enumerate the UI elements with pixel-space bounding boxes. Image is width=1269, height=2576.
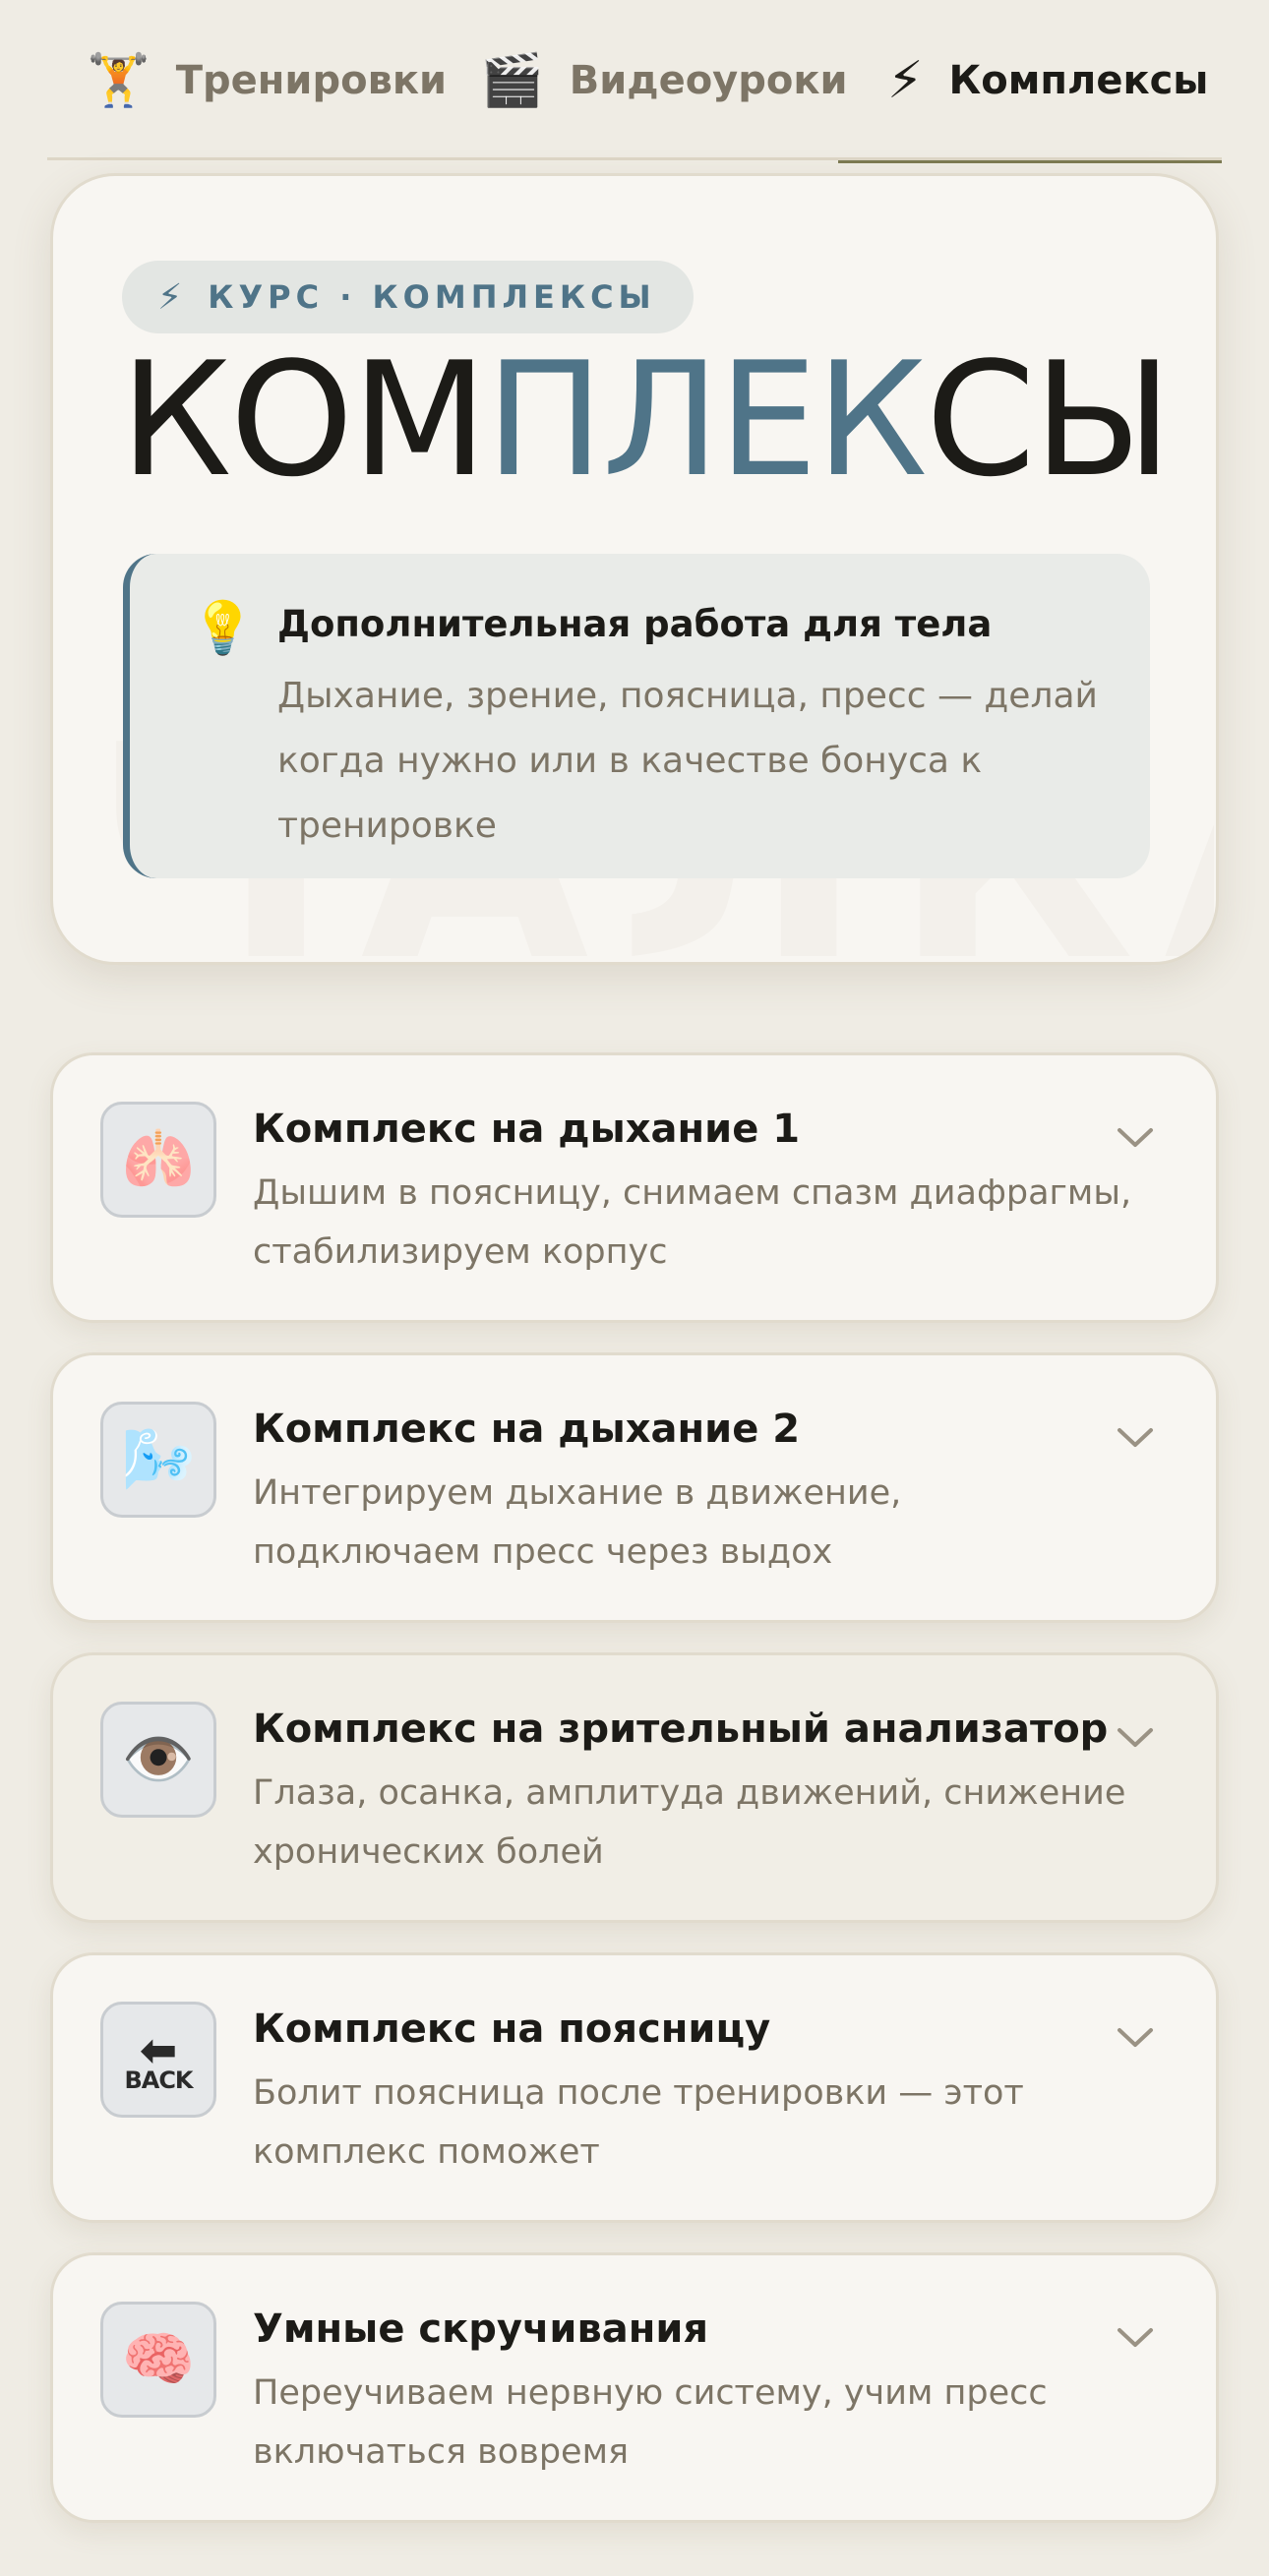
course-badge: ⚡ КУРС · КОМПЛЕКСЫ [122, 261, 694, 333]
complex-description: Дышим в поясницу, снимаем спазм диафрагм… [253, 1173, 1132, 1272]
complex-description: Болит поясница после тренировки — этот к… [253, 2073, 1024, 2172]
tab-video-lessons[interactable]: 🎬 Видеоуроки [443, 0, 848, 160]
lightning-icon: ⚡ [887, 50, 924, 110]
page: 🏋 Тренировки 🎬 Видеоуроки ⚡ Комплексы ЧА… [0, 0, 1269, 2576]
course-badge-label: КУРС · КОМПЛЕКСЫ [208, 278, 656, 316]
chevron-down-icon[interactable] [1114, 2016, 1157, 2060]
tab-complexes[interactable]: ⚡ Комплексы [838, 0, 1222, 163]
complex-card-visual-analyzer[interactable]: 👁️ Комплекс на зрительный анализатор Гла… [50, 1652, 1219, 1923]
complex-title: Комплекс на дыхание 1 [253, 1107, 801, 1152]
wind-face-icon: 🌬️ [100, 1402, 216, 1518]
weightlifter-icon: 🏋 [87, 50, 151, 110]
complex-card-breathing-1[interactable]: 🫁 Комплекс на дыхание 1 Дышим в поясницу… [50, 1052, 1219, 1323]
title-part: КОМ [120, 328, 488, 511]
complex-card-breathing-2[interactable]: 🌬️ Комплекс на дыхание 2 Интегрируем дых… [50, 1352, 1219, 1623]
complex-title: Комплекс на зрительный анализатор [253, 1707, 1109, 1752]
info-callout: 💡 Дополнительная работа для тела Дыхание… [123, 554, 1150, 878]
clapperboard-icon: 🎬 [480, 50, 544, 110]
title-accent-part: ПЛЕК [485, 328, 928, 511]
tab-workouts[interactable]: 🏋 Тренировки [47, 0, 447, 160]
page-title: КОМПЛЕКСЫ [120, 341, 1173, 499]
chevron-down-icon[interactable] [1114, 1716, 1157, 1760]
complex-description: Глаза, осанка, амплитуда движений, сниже… [253, 1773, 1126, 1872]
complex-title: Комплекс на дыхание 2 [253, 1407, 801, 1452]
lightning-icon: ⚡ [157, 276, 183, 318]
complex-description: Переучиваем нервную систему, учим пресс … [253, 2373, 1048, 2472]
title-part: СЫ [925, 328, 1173, 511]
complex-title: Комплекс на поясницу [253, 2007, 771, 2052]
tab-label: Комплексы [948, 57, 1209, 103]
back-icon-label: BACK [124, 2067, 193, 2094]
callout-text: Дыхание, зрение, поясница, пресс — делай… [277, 676, 1098, 846]
callout-title: Дополнительная работа для тела [277, 603, 993, 645]
chevron-down-icon[interactable] [1114, 1416, 1157, 1460]
chevron-down-icon[interactable] [1114, 1116, 1157, 1160]
chevron-down-icon[interactable] [1114, 2316, 1157, 2360]
hero-card: ЧАЛКА ⚡ КУРС · КОМПЛЕКСЫ КОМПЛЕКСЫ 💡 Доп… [50, 173, 1219, 965]
complex-title: Умные скручивания [253, 2306, 709, 2352]
complex-card-lower-back[interactable]: ⬅ BACK Комплекс на поясницу Болит поясни… [50, 1952, 1219, 2223]
complex-description: Интегрируем дыхание в движение, подключа… [253, 1473, 902, 1572]
tab-bar: 🏋 Тренировки 🎬 Видеоуроки ⚡ Комплексы [47, 0, 1222, 163]
tab-label: Видеоуроки [569, 57, 848, 103]
brain-icon: 🧠 [100, 2302, 216, 2418]
lightbulb-icon: 💡 [191, 599, 255, 658]
lungs-icon: 🫁 [100, 1102, 216, 1218]
back-arrow-icon: ⬅ BACK [100, 2002, 216, 2118]
eye-icon: 👁️ [100, 1702, 216, 1818]
tab-label: Тренировки [175, 57, 448, 103]
complex-card-smart-crunches[interactable]: 🧠 Умные скручивания Переучиваем нервную … [50, 2252, 1219, 2523]
